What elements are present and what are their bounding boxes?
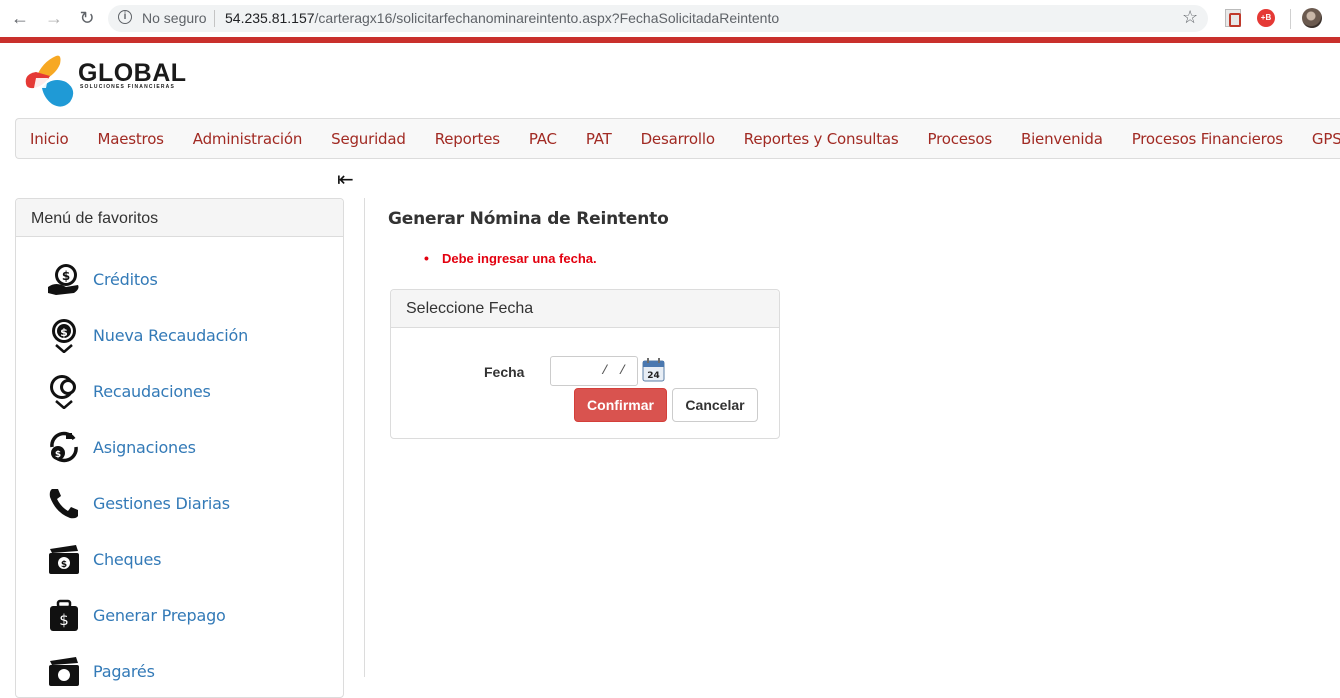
brand-bar (0, 37, 1340, 43)
pdf-extension-icon[interactable] (1225, 9, 1241, 27)
security-label: No seguro (142, 10, 207, 26)
sidebar-item-generar-prepago[interactable]: $ Generar Prepago (46, 595, 226, 635)
sidebar-item-cheques[interactable]: $ Cheques (46, 539, 161, 579)
panel-title: Seleccione Fecha (391, 290, 779, 328)
topnav-item-procesos-financieros[interactable]: Procesos Financieros (1132, 130, 1283, 148)
url-text: 54.235.81.157/carteragx16/solicitarfecha… (225, 10, 779, 26)
sidebar-item-label: Asignaciones (93, 437, 196, 457)
calendar-icon[interactable]: 24 (642, 358, 665, 382)
money-bag-icon: $ (50, 599, 78, 631)
address-separator (214, 10, 215, 27)
browser-toolbar: ← → ↻ i No seguro 54.235.81.157/carterag… (0, 0, 1340, 37)
logo-mark-icon (25, 55, 74, 107)
profile-avatar[interactable] (1302, 8, 1322, 28)
toolbar-separator (1290, 9, 1291, 29)
top-navigation-list: Inicio Maestros Administración Seguridad Rep… (30, 130, 1340, 148)
money-hand-icon: $ (48, 264, 79, 295)
sidebar-item-label: Cheques (93, 549, 162, 569)
back-arrow-icon[interactable]: ← (10, 8, 30, 28)
sidebar-item-label: Créditos (93, 269, 158, 289)
sidebar-item-label: Pagarés (93, 661, 155, 681)
forward-arrow-icon[interactable]: → (44, 8, 64, 28)
svg-text:$: $ (62, 269, 70, 283)
sidebar-item-label: Recaudaciones (93, 381, 211, 401)
sidebar-item-label: Nueva Recaudación (93, 325, 249, 345)
coins-down-icon (50, 375, 76, 409)
sidebar-item-nueva-recaudacion[interactable]: $ Nueva Recaudación (46, 315, 248, 355)
sidebar-item-creditos[interactable]: $ Créditos (46, 259, 158, 299)
fecha-label: Fecha (484, 364, 525, 380)
reload-icon[interactable]: ↻ (77, 8, 97, 28)
calendar-day: 24 (647, 371, 660, 381)
topnav-item-administracion[interactable]: Administración (193, 130, 303, 148)
topnav-item-pat[interactable]: PAT (586, 130, 612, 148)
topnav-item-reportes-y-consultas[interactable]: Reportes y Consultas (744, 130, 899, 148)
select-date-panel: Seleccione Fecha Fecha / / 24 Confirmar … (390, 289, 780, 439)
logo-tagline: SOLUCIONES FINANCIERAS (80, 84, 176, 90)
sidebar-item-pagares[interactable]: Pagarés (46, 651, 155, 691)
topnav-item-reportes[interactable]: Reportes (435, 130, 500, 148)
extension-badge-icon[interactable]: +B (1257, 9, 1275, 27)
url-path: /carteragx16/solicitarfechanominareinten… (314, 10, 780, 26)
topnav-item-inicio[interactable]: Inicio (30, 130, 69, 148)
sidebar-item-label: Gestiones Diarias (93, 493, 230, 513)
sidebar-item-asignaciones[interactable]: $ Asignaciones (46, 427, 196, 467)
cash-stack-icon: $ (49, 545, 79, 574)
page-title: Generar Nómina de Reintento (388, 209, 669, 229)
global-logo[interactable]: GLOBAL SOLUCIONES FINANCIERAS (22, 48, 202, 112)
topnav-item-seguridad[interactable]: Seguridad (331, 130, 406, 148)
url-host: 54.235.81.157 (225, 10, 315, 26)
sidebar-title: Menú de favoritos (16, 199, 343, 237)
topnav-item-desarrollo[interactable]: Desarrollo (641, 130, 715, 148)
sidebar-item-recaudaciones[interactable]: Recaudaciones (46, 371, 211, 411)
favorites-sidebar: Menú de favoritos $ Créditos $ Nueva Rec… (15, 198, 344, 698)
error-message: Debe ingresar una fecha. (424, 250, 597, 266)
top-navigation: Inicio Maestros Administración Seguridad Rep… (15, 118, 1340, 159)
sidebar-item-label: Generar Prepago (93, 605, 226, 625)
address-bar[interactable]: i No seguro 54.235.81.157/carteragx16/so… (108, 5, 1208, 32)
bookmark-star-icon[interactable]: ☆ (1182, 7, 1198, 28)
topnav-item-maestros[interactable]: Maestros (98, 130, 164, 148)
cash-stack-icon (49, 657, 79, 686)
cancel-button[interactable]: Cancelar (672, 388, 758, 422)
collapse-sidebar-icon[interactable]: ⇤ (337, 167, 354, 191)
topnav-item-bienvenida[interactable]: Bienvenida (1021, 130, 1103, 148)
money-cycle-icon: $ (50, 431, 78, 463)
svg-text:$: $ (61, 560, 67, 570)
phone-icon (49, 489, 78, 519)
topnav-item-pac[interactable]: PAC (529, 130, 557, 148)
error-list: Debe ingresar una fecha. (424, 250, 597, 266)
svg-text:$: $ (59, 611, 69, 629)
coin-down-icon: $ (52, 319, 76, 353)
content-divider (364, 198, 365, 677)
sidebar-item-gestiones-diarias[interactable]: Gestiones Diarias (46, 483, 230, 523)
fecha-input[interactable]: / / (550, 356, 638, 386)
info-icon[interactable]: i (118, 10, 132, 24)
svg-text:$: $ (60, 326, 68, 339)
topnav-item-procesos[interactable]: Procesos (928, 130, 993, 148)
topnav-item-gps[interactable]: GPS (1312, 130, 1340, 148)
confirm-button[interactable]: Confirmar (574, 388, 667, 422)
svg-text:$: $ (55, 450, 61, 460)
